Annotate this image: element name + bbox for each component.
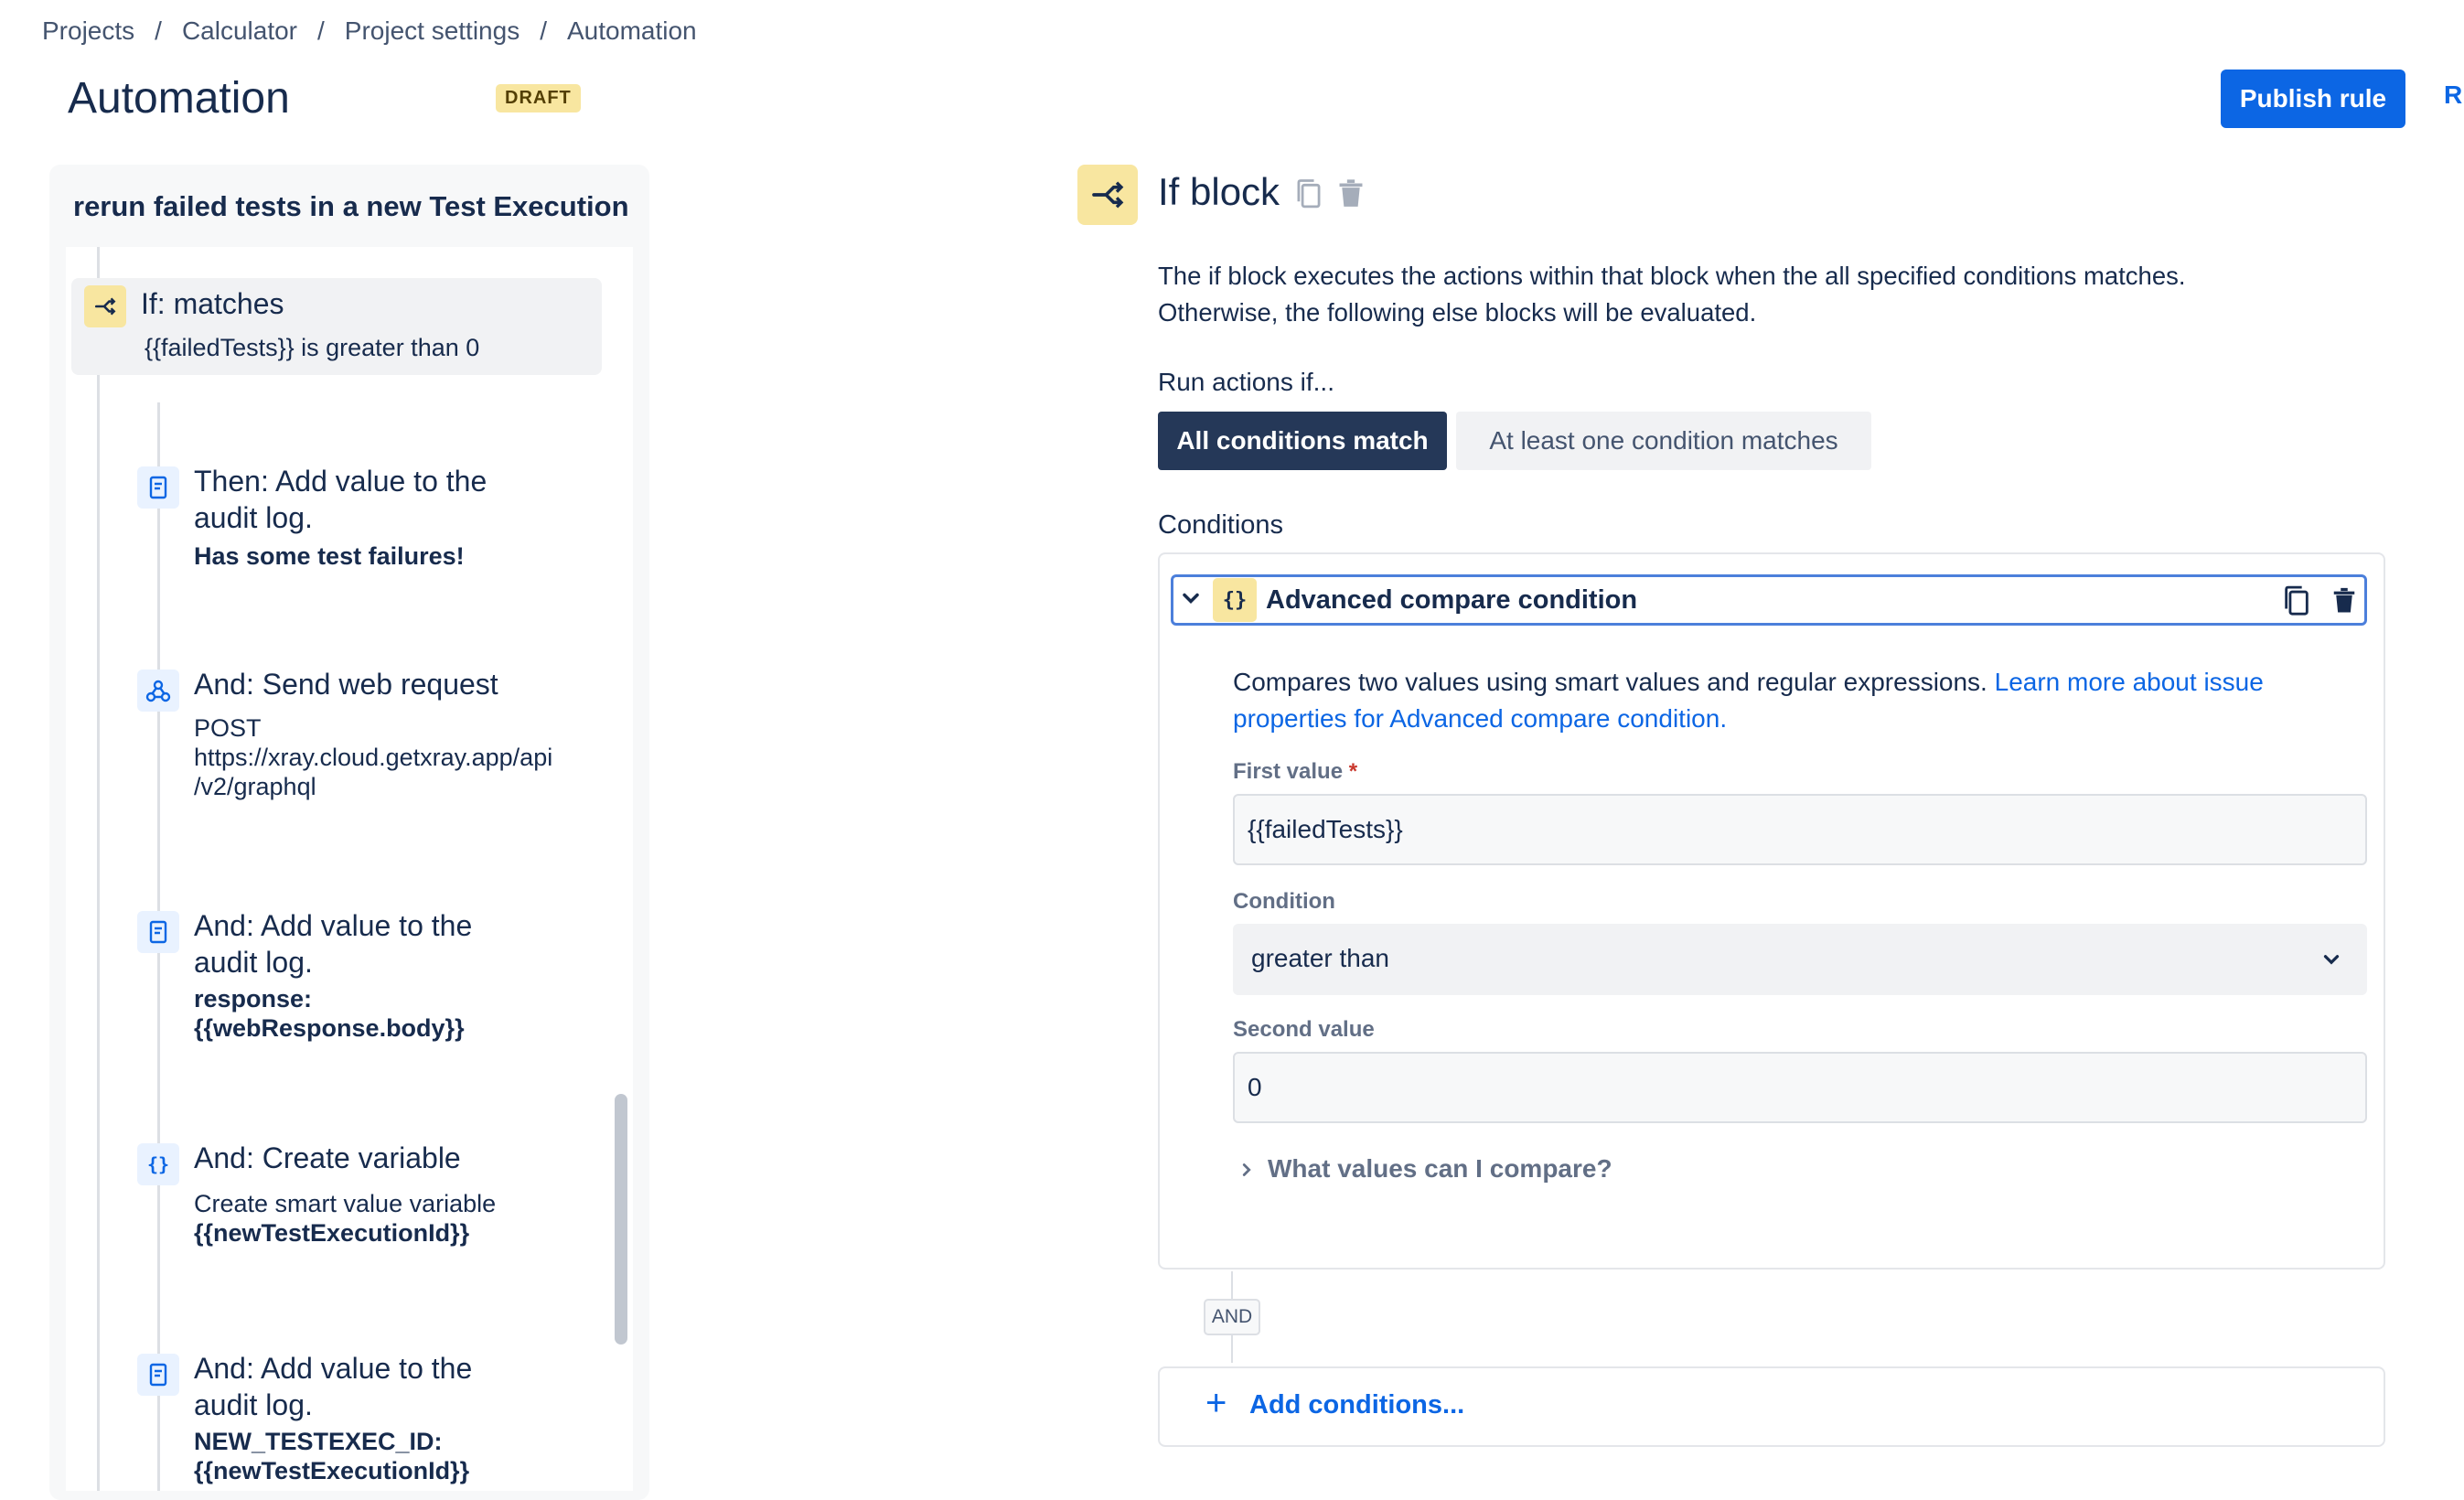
step-title[interactable]: And: Create variable bbox=[194, 1140, 461, 1176]
branch-icon bbox=[1077, 165, 1138, 225]
step-detail: {{newTestExecutionId}} bbox=[194, 1457, 470, 1484]
second-value-input[interactable] bbox=[1233, 1052, 2367, 1123]
breadcrumb-separator: / bbox=[155, 16, 162, 45]
step-title[interactable]: And: Add value to the bbox=[194, 1350, 472, 1387]
braces-icon: {} bbox=[137, 1143, 179, 1185]
breadcrumb: Projects / Calculator / Project settings / Aut… bbox=[42, 16, 697, 46]
plus-icon[interactable]: + bbox=[1205, 1383, 1227, 1424]
at-least-one-condition-option[interactable]: At least one condition matches bbox=[1456, 412, 1871, 470]
audit-log-icon bbox=[137, 466, 179, 509]
what-values-toggle[interactable]: What values can I compare? bbox=[1268, 1154, 1612, 1184]
step-title[interactable]: audit log. bbox=[194, 944, 313, 980]
step-title[interactable]: audit log. bbox=[194, 499, 313, 536]
chevron-right-icon[interactable] bbox=[1237, 1158, 1257, 1186]
step-detail: https://xray.cloud.getxray.app/api bbox=[194, 744, 553, 771]
step-detail: /v2/graphql bbox=[194, 773, 316, 800]
rule-chain-scroll[interactable]: If: matches {{failedTests}} is greater t… bbox=[66, 247, 633, 1491]
first-value-label: First value * bbox=[1233, 759, 1357, 785]
step-detail: Has some test failures! bbox=[194, 542, 465, 570]
page-title: Automation bbox=[68, 74, 290, 123]
block-description-line: Otherwise, the following else blocks wil… bbox=[1158, 298, 1757, 327]
block-description: The if block executes the actions within… bbox=[1158, 258, 2347, 331]
breadcrumb-automation[interactable]: Automation bbox=[567, 16, 697, 45]
branch-icon bbox=[84, 285, 126, 327]
run-actions-label: Run actions if... bbox=[1158, 368, 1334, 396]
condition-select[interactable] bbox=[1233, 924, 2367, 995]
condition-select-value: greater than bbox=[1251, 944, 1389, 972]
condition-description-text: Compares two values using smart values a… bbox=[1233, 668, 1995, 696]
braces-icon: {} bbox=[1213, 578, 1257, 622]
if-step-title: If: matches bbox=[141, 287, 284, 320]
conditions-label: Conditions bbox=[1158, 510, 1284, 540]
step-title[interactable]: And: Add value to the bbox=[194, 907, 472, 944]
breadcrumb-separator: / bbox=[540, 16, 547, 45]
truncated-header-button[interactable]: R bbox=[2444, 80, 2462, 110]
learn-more-link[interactable]: properties for Advanced compare conditio… bbox=[1233, 704, 1727, 733]
condition-label: Condition bbox=[1233, 889, 1335, 914]
step-detail: Create smart value variable bbox=[194, 1190, 497, 1217]
step-detail: NEW_TESTEXEC_ID: bbox=[194, 1428, 443, 1455]
condition-title[interactable]: Advanced compare condition bbox=[1266, 585, 1637, 616]
publish-rule-button[interactable]: Publish rule bbox=[2221, 70, 2405, 128]
second-value-label: Second value bbox=[1233, 1017, 1375, 1042]
breadcrumb-projects[interactable]: Projects bbox=[42, 16, 134, 45]
lane-line-outer bbox=[97, 247, 100, 1491]
and-badge: AND bbox=[1204, 1299, 1260, 1335]
rule-name[interactable]: rerun failed tests in a new Test Executi… bbox=[73, 190, 629, 223]
learn-more-link[interactable]: Learn more about issue bbox=[1995, 668, 2264, 696]
add-conditions-label[interactable]: Add conditions... bbox=[1249, 1390, 1464, 1420]
audit-log-icon bbox=[137, 911, 179, 953]
required-mark: * bbox=[1348, 759, 1358, 784]
first-value-input[interactable] bbox=[1233, 794, 2367, 865]
all-conditions-match-option[interactable]: All conditions match bbox=[1158, 412, 1447, 470]
block-title: If block bbox=[1158, 170, 1280, 213]
breadcrumb-calculator[interactable]: Calculator bbox=[182, 16, 297, 45]
chevron-down-icon[interactable] bbox=[1178, 585, 1204, 616]
status-badge: DRAFT bbox=[496, 84, 581, 112]
step-detail: response: bbox=[194, 985, 313, 1012]
rule-chain-scrollbar[interactable] bbox=[615, 1094, 627, 1345]
step-title[interactable]: audit log. bbox=[194, 1387, 313, 1423]
condition-description: Compares two values using smart values a… bbox=[1233, 664, 2358, 737]
block-description-line: The if block executes the actions within… bbox=[1158, 262, 2186, 290]
step-detail: POST bbox=[194, 714, 262, 742]
webhook-icon bbox=[137, 670, 179, 712]
copy-icon[interactable] bbox=[1293, 177, 1324, 215]
first-value-label-text: First value bbox=[1233, 759, 1344, 784]
step-detail: {{webResponse.body}} bbox=[194, 1014, 465, 1042]
copy-icon[interactable] bbox=[2281, 584, 2312, 623]
if-block-step[interactable]: If: matches {{failedTests}} is greater t… bbox=[71, 278, 602, 375]
step-title[interactable]: And: Send web request bbox=[194, 666, 498, 702]
step-title[interactable]: Then: Add value to the bbox=[194, 463, 487, 499]
trash-icon[interactable] bbox=[2330, 585, 2358, 621]
breadcrumb-project-settings[interactable]: Project settings bbox=[345, 16, 520, 45]
breadcrumb-separator: / bbox=[317, 16, 325, 45]
trash-icon[interactable] bbox=[1335, 177, 1366, 215]
audit-log-icon bbox=[137, 1354, 179, 1396]
chevron-down-icon bbox=[2319, 948, 2343, 976]
step-detail: {{newTestExecutionId}} bbox=[194, 1219, 470, 1247]
if-step-subtitle: {{failedTests}} is greater than 0 bbox=[145, 334, 480, 361]
